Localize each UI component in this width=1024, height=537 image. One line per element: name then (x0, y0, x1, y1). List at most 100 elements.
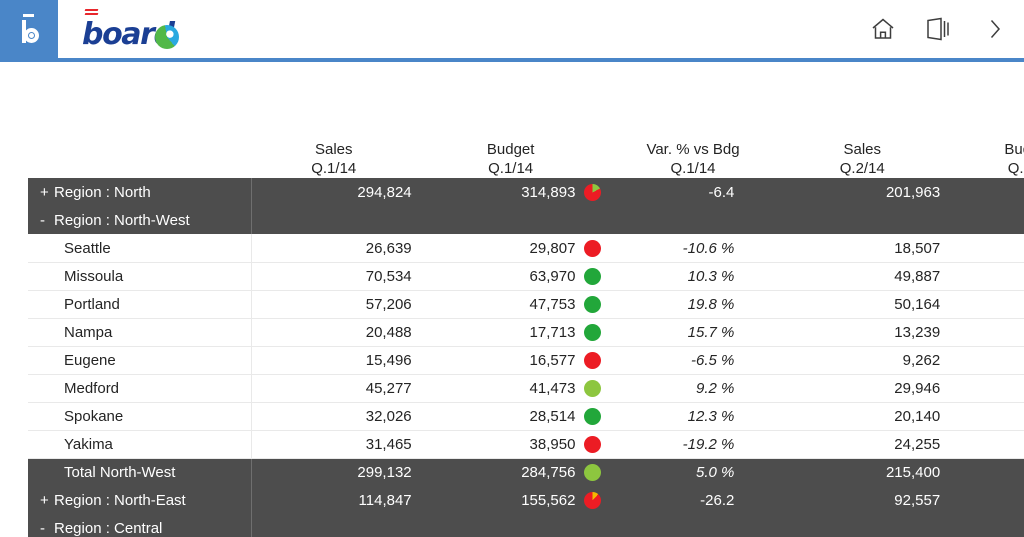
row-label-cell[interactable]: Yakima (28, 430, 253, 459)
cell-sales-q1: 57,206 (251, 290, 416, 319)
status-red-icon (584, 352, 602, 370)
cell-budget-q1: 155,562 (415, 486, 580, 515)
row-label-text: Seattle (64, 239, 111, 257)
board-b-mark-icon (18, 14, 40, 44)
cell-var-q1: -6.5 % (605, 346, 781, 375)
cell-var-q1: 12.3 % (605, 402, 781, 431)
status-indicator-cell (579, 290, 606, 319)
row-label-text: Spokane (64, 407, 124, 425)
row-label-text: Region : North-West (54, 211, 190, 229)
cell-var-q1: 10.3 % (605, 262, 781, 291)
cell-budget-q1: 63,970 (415, 262, 580, 291)
table-row[interactable]: Eugene 15,496 16,577 -6.5 % 9,262 (28, 346, 1024, 375)
table-row[interactable]: Portland 57,206 47,753 19.8 % 50,164 (28, 290, 1024, 319)
row-label-cell[interactable]: Total North-West (28, 458, 253, 487)
cell-budget-q2 (944, 290, 1024, 319)
table-row-group[interactable]: - Region : Central (28, 514, 1024, 537)
row-label-cell[interactable]: Medford (28, 374, 253, 403)
row-label-cell[interactable]: Nampa (28, 318, 253, 347)
column-header-rowlabels (28, 140, 252, 178)
expand-icon[interactable]: + (40, 184, 54, 201)
cell-var-q1: -26.2 (605, 486, 781, 515)
collapse-icon[interactable]: - (40, 520, 54, 537)
table-row[interactable]: Missoula 70,534 63,970 10.3 % 49,887 (28, 262, 1024, 291)
table-row[interactable]: Yakima 31,465 38,950 -19.2 % 24,255 (28, 430, 1024, 459)
status-green-icon (584, 268, 602, 286)
row-label-cell[interactable]: Seattle (28, 234, 253, 263)
cell-sales-q2: 24,255 (780, 430, 945, 459)
cell-var-q1: -6.4 (605, 178, 781, 207)
column-header-var-q1[interactable]: Var. % vs Bdg Q.1/14 (606, 140, 781, 178)
cell-var-q1: 9.2 % (605, 374, 781, 403)
status-indicator-cell (579, 458, 606, 487)
column-header-budget-q1[interactable]: Budget Q.1/14 (416, 140, 606, 178)
application-header: board (0, 0, 1024, 62)
cell-var-q1: -10.6 % (605, 234, 781, 263)
table-row[interactable]: Medford 45,277 41,473 9.2 % 29,946 (28, 374, 1024, 403)
cell-budget-q2 (944, 262, 1024, 291)
cell-sales-q1: 15,496 (251, 346, 416, 375)
cell-budget-q1: 38,950 (415, 430, 580, 459)
cell-budget-q1: 16,577 (415, 346, 580, 375)
cell-sales-q1: 114,847 (251, 486, 416, 515)
cell-sales-q1: 32,026 (251, 402, 416, 431)
home-icon[interactable] (866, 12, 900, 46)
status-indicator-cell (579, 374, 606, 403)
cell-sales-q2: 20,140 (780, 402, 945, 431)
table-row[interactable]: Seattle 26,639 29,807 -10.6 % 18,507 (28, 234, 1024, 263)
column-header-sales-q2[interactable]: Sales Q.2/14 (780, 140, 944, 178)
status-indicator-cell (579, 430, 606, 459)
status-indicator-cell (579, 178, 606, 207)
cell-budget-q2 (944, 234, 1024, 263)
cell-budget-q1: 41,473 (415, 374, 580, 403)
presentation-icon[interactable] (922, 12, 956, 46)
app-home-tab[interactable] (0, 0, 58, 58)
row-label-cell[interactable]: + Region : North-East (28, 486, 253, 515)
cell-budget-q2 (944, 486, 1024, 515)
row-label-text: Medford (64, 379, 120, 397)
status-indicator-cell (579, 402, 606, 431)
row-label-cell[interactable]: + Region : North (28, 178, 253, 207)
row-label-text: Region : North-East (54, 491, 186, 509)
table-header: Sales Q.1/14 Budget Q.1/14 Var. % vs Bdg… (28, 140, 1024, 178)
column-header-budget-q2[interactable]: Budge Q.2/1 (944, 140, 1024, 178)
cell-budget-q2 (944, 402, 1024, 431)
row-label-cell[interactable]: - Region : Central (28, 514, 253, 537)
row-label-text: Missoula (64, 267, 124, 285)
table-row[interactable]: Nampa 20,488 17,713 15.7 % 13,239 (28, 318, 1024, 347)
table-row-group[interactable]: Total North-West 299,132 284,756 5.0 % 215,4… (28, 458, 1024, 487)
cell-sales-q1: 299,132 (251, 458, 416, 487)
logo-ticks-icon (84, 9, 99, 18)
expand-icon[interactable]: + (40, 492, 54, 509)
report-grid-panel: Sales Q.1/14 Budget Q.1/14 Var. % vs Bdg… (0, 62, 1024, 537)
row-label-cell[interactable]: Spokane (28, 402, 253, 431)
row-label-cell[interactable]: Portland (28, 290, 253, 319)
cell-budget-q2 (944, 318, 1024, 347)
board-logo[interactable]: board (82, 9, 179, 50)
status-indicator-cell (579, 514, 606, 537)
status-lime-icon (584, 464, 602, 482)
row-label-text: Region : Central (54, 519, 163, 537)
column-header-sales-q1[interactable]: Sales Q.1/14 (252, 140, 416, 178)
cell-sales-q2: 29,946 (780, 374, 945, 403)
row-label-cell[interactable]: Missoula (28, 262, 253, 291)
table-row-group[interactable]: + Region : North 294,824 314,893 -6.4 201,963 (28, 178, 1024, 207)
table-row[interactable]: Spokane 32,026 28,514 12.3 % 20,140 (28, 402, 1024, 431)
chevron-right-icon[interactable] (978, 12, 1012, 46)
cell-sales-q2: 13,239 (780, 318, 945, 347)
cell-var-q1 (605, 514, 781, 537)
cell-var-q1: -19.2 % (605, 430, 781, 459)
row-label-cell[interactable]: - Region : North-West (28, 206, 253, 235)
cell-var-q1: 15.7 % (605, 318, 781, 347)
table-row-group[interactable]: - Region : North-West (28, 206, 1024, 235)
status-lime-icon (584, 380, 602, 398)
status-green-icon (584, 408, 602, 426)
row-label-cell[interactable]: Eugene (28, 346, 253, 375)
cell-sales-q1 (251, 514, 416, 537)
table-row-group[interactable]: + Region : North-East 114,847 155,562 -26.2 9… (28, 486, 1024, 515)
table-header-row: Sales Q.1/14 Budget Q.1/14 Var. % vs Bdg… (28, 140, 1024, 178)
collapse-icon[interactable]: - (40, 212, 54, 229)
cell-budget-q1: 284,756 (415, 458, 580, 487)
cell-sales-q1: 31,465 (251, 430, 416, 459)
cell-var-q1 (605, 206, 781, 235)
